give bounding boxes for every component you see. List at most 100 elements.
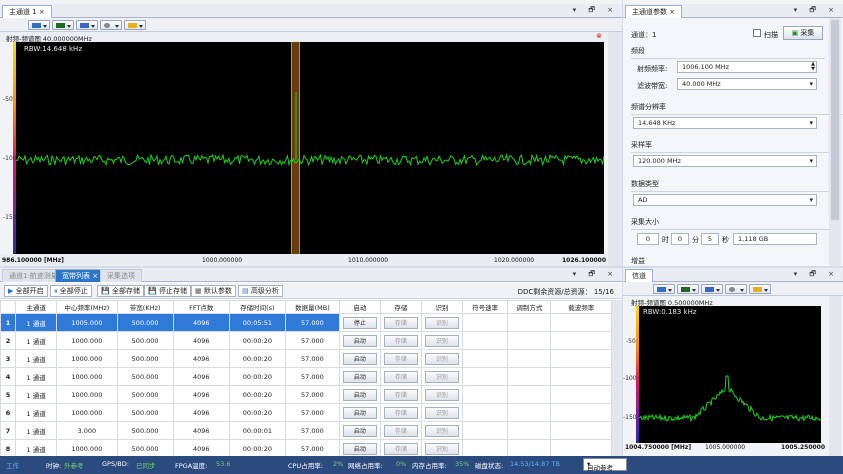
table-row[interactable]: 21 通道 1000.000 500.000 4096 00:00:20 57.000 启动… (0, 331, 612, 350)
main-spectrum-panel: 主通道 1 × ▾ 🗗 × 射频-频谱图 40.000000MHz ⊗ RBW:… (0, 0, 622, 266)
size-hours-input[interactable]: 0 (637, 233, 659, 245)
vertical-scrollbar[interactable] (829, 296, 841, 456)
tab-params[interactable]: 主通道参数 × (625, 5, 683, 18)
window-button[interactable] (701, 284, 723, 294)
marker-button[interactable] (749, 284, 771, 294)
tab-main-channel[interactable]: 主通道 1 × (2, 5, 52, 18)
table-row[interactable]: 31 通道 1000.000 500.000 4096 00:00:20 57.000 启动… (0, 349, 612, 368)
close-icon[interactable]: ⊗ (596, 32, 602, 40)
start-button[interactable]: 启动 (342, 388, 377, 401)
data-type-select[interactable]: AD (633, 194, 817, 206)
window-controls[interactable]: ▾ 🗗 × (573, 6, 618, 17)
stop-store-button[interactable]: 💾 停止存储 (144, 285, 191, 297)
size-min-input[interactable]: 0 (671, 233, 689, 245)
store-button[interactable]: 存储 (383, 406, 418, 419)
trace-button[interactable] (52, 20, 74, 30)
id-button[interactable]: 识别 (424, 424, 459, 437)
tab-wideband-list[interactable]: 宽带列表 × (55, 269, 106, 282)
store-button[interactable]: 存储 (383, 334, 418, 347)
vertical-scrollbar[interactable] (612, 300, 622, 456)
size-sec-input[interactable]: 5 (701, 233, 719, 245)
start-button[interactable]: 停止 (342, 316, 377, 329)
start-button[interactable]: 启动 (342, 442, 377, 455)
display-mode-button[interactable] (28, 20, 50, 30)
trace-button[interactable] (677, 284, 699, 294)
cell-bw: 500.000 (116, 403, 174, 422)
start-button[interactable]: 启动 (342, 334, 377, 347)
tab-channel[interactable]: 信道 (625, 269, 653, 282)
id-button[interactable]: 识别 (424, 370, 459, 383)
main-spectrum-plot[interactable]: RBW:14.648 kHz (13, 42, 604, 254)
window-button[interactable] (76, 20, 98, 30)
tab-collect-options[interactable]: 采集选项 (100, 269, 142, 282)
id-button[interactable]: 识别 (424, 442, 459, 455)
resolution-select[interactable]: 14.648 KHz (633, 117, 817, 129)
spinner-icon[interactable]: ▲ ▼ (811, 62, 815, 72)
vertical-scrollbar[interactable] (608, 32, 622, 266)
table-row[interactable]: 11 通道 1005.000 500.000 4096 00:05:51 57.000 停止… (0, 313, 612, 332)
id-button[interactable]: 识别 (424, 352, 459, 365)
cell-empty (507, 439, 552, 458)
vertical-scrollbar[interactable] (829, 18, 841, 266)
column-header[interactable]: 存储时间(s) (228, 300, 286, 314)
cell-mb: 57.000 (284, 403, 340, 422)
column-header[interactable]: 中心频率(MHz) (56, 300, 118, 314)
params-panel: 主通道参数 × ▾ 🗗 × 通道：1 扫描 ▣ 采集 频段 射频频率: 1006… (623, 0, 843, 269)
table-row[interactable]: 71 通道 3.000 500.000 4096 00:00:01 57.000 启动 存储识… (0, 421, 612, 440)
cell-id: 识别 (420, 367, 463, 386)
save-icon: 💾 (148, 287, 157, 295)
id-button[interactable]: 识别 (424, 406, 459, 419)
column-header[interactable]: 数据量(MB) (284, 300, 340, 314)
column-header[interactable]: 存储 (379, 300, 422, 314)
bandwidth-select[interactable]: 40.000 MHz (677, 78, 817, 90)
collect-button[interactable]: ▣ 采集 (783, 26, 823, 40)
column-header[interactable]: FFT点数 (172, 300, 230, 314)
wideband-table: 主通道 中心频率(MHz) 带宽(KHz) FFT点数 存储时间(s) 数据量(MB) 启动… (0, 300, 612, 458)
store-button[interactable]: 存储 (383, 388, 418, 401)
start-button[interactable]: 启动 (342, 370, 377, 383)
marker-button[interactable] (124, 20, 146, 30)
start-button[interactable]: 启动 (342, 406, 377, 419)
id-button[interactable]: 识别 (424, 334, 459, 347)
sample-rate-select[interactable]: 120.000 MHz (633, 155, 817, 167)
spectrum-toolbar (0, 18, 622, 32)
advanced-analysis-button[interactable]: ▤ 高级分析 (238, 285, 283, 297)
column-header[interactable]: 启动 (338, 300, 381, 314)
column-header[interactable]: 识别 (420, 300, 463, 314)
mini-spectrum-plot[interactable]: RBW:0.183 kHz (636, 306, 821, 443)
store-button[interactable]: 存储 (383, 442, 418, 455)
column-header[interactable]: 调制方式 (507, 300, 552, 314)
table-row[interactable]: 81 通道 1000.000 500.000 4096 00:00:20 57.000 启动… (0, 439, 612, 458)
store-button[interactable]: 存储 (383, 370, 418, 383)
start-all-button[interactable]: ▶ 全部开启 (4, 285, 48, 297)
settings-button[interactable] (100, 20, 122, 30)
column-header[interactable] (0, 300, 17, 314)
stop-all-button[interactable]: ⏸ 全部停止 (50, 285, 92, 297)
column-header[interactable]: 载波频率 (550, 300, 612, 314)
default-params-button[interactable]: ▦ 默认参数 (191, 285, 236, 297)
column-header[interactable]: 带宽(KHz) (116, 300, 174, 314)
id-button[interactable]: 识别 (424, 388, 459, 401)
id-button[interactable]: 识别 (424, 316, 459, 329)
table-row[interactable]: 51 通道 1000.000 500.000 4096 00:00:20 57.000 启动… (0, 385, 612, 404)
window-controls[interactable]: ▾ 🗗 × (794, 6, 839, 17)
cell-fft: 4096 (172, 403, 230, 422)
table-row[interactable]: 61 通道 1000.000 500.000 4096 00:00:20 57.000 启动… (0, 403, 612, 422)
store-button[interactable]: 存储 (383, 352, 418, 365)
window-controls[interactable]: ▾ 🗗 × (794, 270, 839, 281)
store-button[interactable]: 存储 (383, 424, 418, 437)
display-mode-button[interactable] (653, 284, 675, 294)
reference-select[interactable]: 自动参考 ▾ (583, 458, 627, 472)
column-header[interactable]: 符号速率 (461, 300, 509, 314)
store-button[interactable]: 存储 (383, 316, 418, 329)
column-header[interactable]: 主通道 (15, 300, 58, 314)
rf-frequency-input[interactable]: 1006.100 MHz ▲ ▼ (677, 61, 817, 73)
analysis-icon: ▤ (242, 287, 249, 295)
start-button[interactable]: 启动 (342, 424, 377, 437)
store-all-button[interactable]: 💾 全部存储 (97, 285, 144, 297)
settings-button[interactable] (725, 284, 747, 294)
scan-checkbox[interactable] (753, 29, 761, 37)
window-controls[interactable]: ▾ 🗗 × (573, 270, 618, 281)
start-button[interactable]: 启动 (342, 352, 377, 365)
table-row[interactable]: 41 通道 1000.000 500.000 4096 00:00:20 57.000 启动… (0, 367, 612, 386)
